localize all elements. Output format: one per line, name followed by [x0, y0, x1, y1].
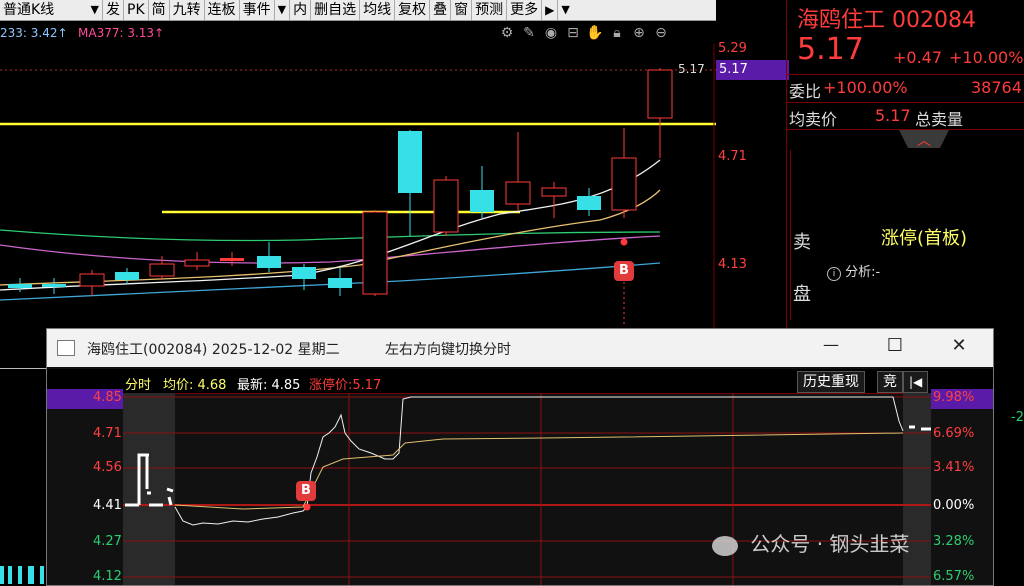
price-scale-low: 4.13 — [718, 257, 747, 272]
toolbar-nei-button[interactable]: 内 — [290, 0, 312, 20]
popup-info-bar: 分时 均价: 4.68 最新: 4.85 涨停价:5.17 历史重现 竞 |◀ — [47, 369, 993, 394]
popup-latest-label: 最新: 4.85 — [237, 378, 301, 393]
webi-value: +100.00% — [823, 78, 908, 97]
stock-name-code: 海鸥住工 002084 — [797, 2, 976, 34]
left-scale-3: 4.41 — [93, 498, 122, 513]
toolbar-fa-button[interactable]: 发 — [103, 0, 124, 20]
toolbar-pk-button[interactable]: PK — [124, 0, 149, 20]
right-scale-3: 0.00% — [933, 498, 975, 513]
chevron-up-icon: ︿ — [917, 133, 931, 149]
sell-side-label-2: 盘 — [793, 284, 811, 305]
webi-num: 38764 — [971, 78, 1022, 97]
popup-hint: 左右方向键切换分时 — [385, 342, 511, 358]
ma377-value: MA377: 3.13↑ — [78, 26, 165, 40]
brush-icon[interactable]: ✎ — [520, 24, 538, 42]
right-scale-1: 6.69% — [933, 426, 975, 441]
ma233-value: 233: 3.42↑ — [0, 26, 68, 40]
chart-tool-icons: ⚙ ✎ ◉ ⊟ ✋ 🔒︎ ⊕ ⊖ — [498, 24, 670, 42]
toolbar-remove-watchlist-button[interactable]: 删自选 — [311, 0, 361, 20]
play-icon[interactable]: ▶ — [542, 0, 559, 20]
watermark: 公众号 · 钢头韭菜 — [712, 528, 909, 557]
analysis-row[interactable]: i 分析:- — [827, 261, 880, 281]
popup-mode-label: 分时 — [125, 378, 152, 393]
popup-limit-label: 涨停价:5.17 — [309, 378, 382, 393]
minimize-button[interactable]: — — [819, 335, 843, 354]
toolbar-window-button[interactable]: 窗 — [451, 0, 473, 20]
stock-code: 002084 — [892, 8, 976, 33]
toolbar-overlay-button[interactable]: 叠 — [430, 0, 452, 20]
edge-value: -2 — [1011, 410, 1024, 425]
collapse-tab[interactable]: ︿ — [899, 130, 949, 148]
popup-title-bar[interactable]: 海鸥住工(002084) 2025-12-02 星期二 左右方向键切换分时 — … — [47, 329, 993, 367]
panel-divider — [786, 102, 1024, 103]
toolbar-more-button[interactable]: 更多 — [507, 0, 543, 20]
current-price-label: 5.17 — [678, 62, 705, 76]
toolbar-event-dropdown[interactable]: ▼ — [275, 0, 291, 20]
limit-up-status: 涨停(首板) — [881, 228, 968, 249]
panel-divider — [786, 74, 1024, 75]
back-to-start-button[interactable]: |◀ — [903, 371, 929, 393]
close-button[interactable]: ✕ — [947, 335, 971, 356]
hand-icon[interactable]: ✋ — [586, 24, 604, 42]
window-icon — [57, 340, 75, 356]
auction-button[interactable]: 竞 — [877, 371, 903, 393]
webi-row: 委比 +100.00% 38764 — [787, 78, 1024, 101]
kline-chart — [0, 44, 716, 330]
stock-name: 海鸥住工 — [797, 8, 886, 33]
quote-change: +0.47 — [893, 48, 943, 67]
webi-label: 委比 — [789, 82, 822, 101]
zoom-in-icon[interactable]: ⊕ — [630, 24, 648, 42]
right-scale-4: 3.28% — [933, 534, 975, 549]
watermark-text: 公众号 · 钢头韭菜 — [750, 532, 910, 556]
eye-icon[interactable]: ◉ — [542, 24, 560, 42]
price-scale-top: 5.29 — [718, 41, 747, 56]
avg-sell-row: 均卖价 5.17 总卖量 — [787, 106, 1024, 129]
left-scale-1: 4.71 — [93, 426, 122, 441]
toolbar-event-button[interactable]: 事件 — [240, 0, 275, 20]
toolbar-adjust-button[interactable]: 复权 — [395, 0, 431, 20]
panel-divider — [786, 129, 1024, 130]
gear-icon[interactable]: ⚙ — [498, 24, 516, 42]
popup-avg-label: 均价: 4.68 — [163, 378, 227, 393]
left-scale-4: 4.27 — [93, 534, 122, 549]
avg-sell-label: 均卖价 — [789, 110, 838, 129]
toolbar-jian-button[interactable]: 简 — [149, 0, 170, 20]
chevron-down-icon: ▼ — [90, 3, 99, 16]
lock-icon[interactable]: 🔒︎ — [608, 24, 626, 42]
buy-marker-badge[interactable]: B — [614, 261, 634, 281]
zoom-out-icon[interactable]: ⊖ — [652, 24, 670, 42]
left-scale-0: 4.85 — [93, 390, 122, 405]
popup-title: 海鸥住工(002084) 2025-12-02 星期二 — [87, 342, 340, 358]
chevron-down-icon[interactable]: ▼ — [558, 0, 572, 20]
volume-bars — [0, 566, 46, 584]
history-replay-button[interactable]: 历史重现 — [797, 371, 865, 393]
toolbar-lianban-button[interactable]: 连板 — [205, 0, 240, 20]
right-scale-2: 3.41% — [933, 460, 975, 475]
wechat-icon — [712, 535, 738, 556]
background-line — [0, 368, 46, 369]
right-scale-0: 9.98% — [933, 390, 975, 405]
kline-type-label: 普通K线 — [3, 2, 55, 18]
current-price-tag: 5.17 — [716, 60, 789, 80]
info-icon: i — [827, 267, 841, 281]
toolbar-forecast-button[interactable]: 预测 — [472, 0, 508, 20]
popup-buy-marker-badge[interactable]: B — [296, 481, 316, 501]
panel-inner-divider — [790, 150, 791, 320]
left-scale-2: 4.56 — [93, 460, 122, 475]
avg-sell-value: 5.17 — [875, 106, 911, 125]
quote-pct: +10.00% — [949, 48, 1024, 67]
quote-price: 5.17 — [797, 32, 864, 67]
toolbar-ma-button[interactable]: 均线 — [360, 0, 396, 20]
top-toolbar: 普通K线 ▼ 发 PK 简 九转 连板 事件 ▼ 内 删自选 均线 复权 叠 窗… — [0, 0, 716, 21]
price-scale-mid: 4.71 — [718, 149, 747, 164]
toolbar-jiuzhuan-button[interactable]: 九转 — [170, 0, 205, 20]
kline-type-select[interactable]: 普通K线 ▼ — [0, 0, 103, 20]
total-sell-label: 总卖量 — [915, 110, 964, 129]
analysis-label: 分析:- — [845, 265, 881, 280]
right-scale-5: 6.57% — [933, 569, 975, 584]
left-scale-5: 4.12 — [93, 569, 122, 584]
maximize-button[interactable]: ☐ — [883, 335, 907, 356]
basket-icon[interactable]: ⊟ — [564, 24, 582, 42]
sell-side-label-1: 卖 — [793, 232, 811, 253]
